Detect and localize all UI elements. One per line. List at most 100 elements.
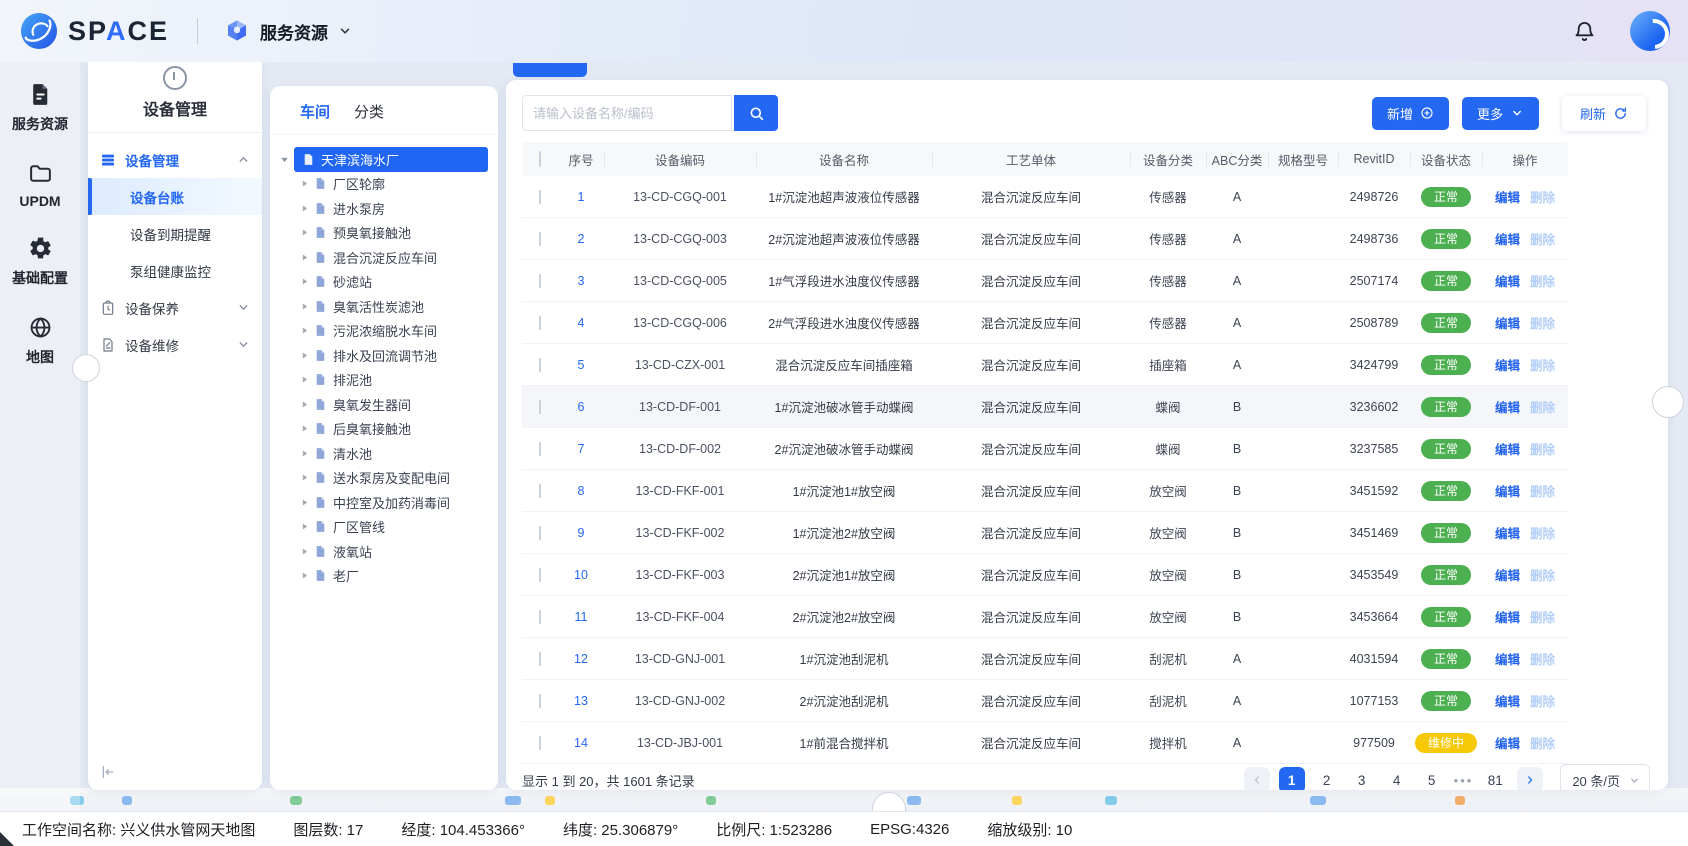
menu-item-device-repair[interactable]: 设备维修 — [88, 326, 262, 363]
edit-link[interactable]: 编辑 — [1495, 649, 1520, 668]
edit-link[interactable]: 编辑 — [1495, 313, 1520, 332]
tree-node[interactable]: 液氧站 — [298, 539, 488, 564]
caret-right-icon[interactable] — [298, 251, 311, 264]
edit-link[interactable]: 编辑 — [1495, 691, 1520, 710]
more-button[interactable]: 更多 — [1462, 97, 1539, 130]
row-index-link[interactable]: 9 — [558, 526, 604, 540]
row-index-link[interactable]: 11 — [558, 610, 604, 624]
nav-rail-item-updm[interactable]: UPDM — [0, 161, 80, 209]
tab-category[interactable]: 分类 — [354, 101, 384, 122]
row-checkbox[interactable] — [539, 442, 541, 456]
menu-item-device-ledger[interactable]: 设备台账 — [88, 178, 262, 215]
delete-link[interactable]: 删除 — [1530, 271, 1555, 290]
delete-link[interactable]: 删除 — [1530, 649, 1555, 668]
row-checkbox[interactable] — [539, 232, 541, 246]
notification-bell-icon[interactable] — [1573, 20, 1596, 43]
edit-link[interactable]: 编辑 — [1495, 481, 1520, 500]
collapse-handle-right[interactable] — [1652, 386, 1684, 418]
tree-node[interactable]: 厂区轮廓 — [298, 172, 488, 197]
table-row[interactable]: 10 13-CD-FKF-003 2#沉淀池1#放空阀 混合沉淀反应车间 放空阀… — [522, 554, 1568, 596]
row-index-link[interactable]: 1 — [558, 190, 604, 204]
tab-workshop[interactable]: 车间 — [300, 101, 330, 122]
clipped-tab-active[interactable] — [513, 63, 587, 77]
next-page-button[interactable] — [1517, 767, 1543, 790]
clipped-tab[interactable] — [633, 63, 699, 77]
tree-node[interactable]: 排水及回流调节池 — [298, 343, 488, 368]
page-number-5[interactable]: 5 — [1419, 767, 1445, 790]
page-number-4[interactable]: 4 — [1384, 767, 1410, 790]
delete-link[interactable]: 删除 — [1530, 439, 1555, 458]
table-row[interactable]: 6 13-CD-DF-001 1#沉淀池破冰管手动蝶阀 混合沉淀反应车间 蝶阀 … — [522, 386, 1568, 428]
tree-node[interactable]: 进水泵房 — [298, 196, 488, 221]
delete-link[interactable]: 删除 — [1530, 691, 1555, 710]
caret-right-icon[interactable] — [298, 398, 311, 411]
row-index-link[interactable]: 10 — [558, 568, 604, 582]
tree-node[interactable]: 混合沉淀反应车间 — [298, 245, 488, 270]
row-checkbox[interactable] — [539, 274, 541, 288]
delete-link[interactable]: 删除 — [1530, 481, 1555, 500]
collapse-sidebar-icon[interactable] — [100, 764, 116, 780]
row-index-link[interactable]: 7 — [558, 442, 604, 456]
row-checkbox[interactable] — [539, 400, 541, 414]
table-row[interactable]: 3 13-CD-CGQ-005 1#气浮段进水浊度仪传感器 混合沉淀反应车间 传… — [522, 260, 1568, 302]
caret-right-icon[interactable] — [298, 520, 311, 533]
tree-node[interactable]: 送水泵房及变配电间 — [298, 466, 488, 491]
collapse-handle-left[interactable] — [72, 354, 100, 382]
caret-right-icon[interactable] — [298, 471, 311, 484]
tree-node[interactable]: 排泥池 — [298, 368, 488, 393]
add-button[interactable]: 新增 — [1372, 97, 1449, 130]
nav-rail-item-service-resource[interactable]: 服务资源 — [0, 82, 80, 134]
row-checkbox[interactable] — [539, 190, 541, 204]
row-checkbox[interactable] — [539, 694, 541, 708]
page-number-81[interactable]: 81 — [1482, 767, 1508, 790]
caret-right-icon[interactable] — [298, 545, 311, 558]
caret-right-icon[interactable] — [298, 324, 311, 337]
caret-right-icon[interactable] — [298, 275, 311, 288]
table-row[interactable]: 13 13-CD-GNJ-002 2#沉淀池刮泥机 混合沉淀反应车间 刮泥机 A… — [522, 680, 1568, 722]
tree-node[interactable]: 预臭氧接触池 — [298, 221, 488, 246]
edit-link[interactable]: 编辑 — [1495, 439, 1520, 458]
caret-right-icon[interactable] — [298, 496, 311, 509]
user-avatar[interactable] — [1630, 11, 1670, 51]
table-row[interactable]: 7 13-CD-DF-002 2#沉淀池破冰管手动蝶阀 混合沉淀反应车间 蝶阀 … — [522, 428, 1568, 470]
app-switcher[interactable]: 服务资源 — [224, 18, 352, 44]
table-row[interactable]: 11 13-CD-FKF-004 2#沉淀池2#放空阀 混合沉淀反应车间 放空阀… — [522, 596, 1568, 638]
caret-right-icon[interactable] — [298, 422, 311, 435]
delete-link[interactable]: 删除 — [1530, 523, 1555, 542]
menu-item-device-mgmt[interactable]: 设备管理 — [88, 141, 262, 178]
page-number-3[interactable]: 3 — [1349, 767, 1375, 790]
menu-item-device-maintain[interactable]: 设备保养 — [88, 289, 262, 326]
table-row[interactable]: 8 13-CD-FKF-001 1#沉淀池1#放空阀 混合沉淀反应车间 放空阀 … — [522, 470, 1568, 512]
row-index-link[interactable]: 14 — [558, 736, 604, 750]
delete-link[interactable]: 删除 — [1530, 733, 1555, 752]
delete-link[interactable]: 删除 — [1530, 313, 1555, 332]
row-index-link[interactable]: 12 — [558, 652, 604, 666]
tree-node[interactable]: 臭氧活性炭滤池 — [298, 294, 488, 319]
table-row[interactable]: 2 13-CD-CGQ-003 2#沉淀池超声波液位传感器 混合沉淀反应车间 传… — [522, 218, 1568, 260]
menu-item-device-expiry[interactable]: 设备到期提醒 — [88, 215, 262, 252]
page-number-2[interactable]: 2 — [1314, 767, 1340, 790]
row-checkbox[interactable] — [539, 652, 541, 666]
tree-node[interactable]: 老厂 — [298, 564, 488, 589]
table-row[interactable]: 4 13-CD-CGQ-006 2#气浮段进水浊度仪传感器 混合沉淀反应车间 传… — [522, 302, 1568, 344]
table-row[interactable]: 1 13-CD-CGQ-001 1#沉淀池超声波液位传感器 混合沉淀反应车间 传… — [522, 176, 1568, 218]
caret-right-icon[interactable] — [298, 569, 311, 582]
prev-page-button[interactable] — [1244, 767, 1270, 790]
caret-right-icon[interactable] — [298, 300, 311, 313]
menu-item-pump-health[interactable]: 泵组健康监控 — [88, 252, 262, 289]
row-index-link[interactable]: 13 — [558, 694, 604, 708]
refresh-button[interactable]: 刷新 — [1562, 96, 1646, 131]
row-checkbox[interactable] — [539, 526, 541, 540]
delete-link[interactable]: 删除 — [1530, 607, 1555, 626]
edit-link[interactable]: 编辑 — [1495, 607, 1520, 626]
tree-node[interactable]: 厂区管线 — [298, 515, 488, 540]
row-checkbox[interactable] — [539, 736, 541, 750]
row-index-link[interactable]: 4 — [558, 316, 604, 330]
row-checkbox[interactable] — [539, 316, 541, 330]
tree-node[interactable]: 中控室及加药消毒间 — [298, 490, 488, 515]
search-input[interactable] — [522, 95, 732, 131]
select-all-checkbox[interactable] — [539, 151, 541, 167]
caret-right-icon[interactable] — [298, 373, 311, 386]
edit-link[interactable]: 编辑 — [1495, 565, 1520, 584]
edit-link[interactable]: 编辑 — [1495, 229, 1520, 248]
